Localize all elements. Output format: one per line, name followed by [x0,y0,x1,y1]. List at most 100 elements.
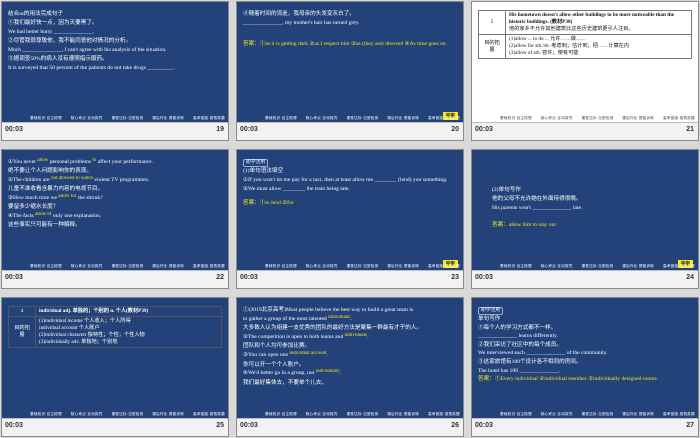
text-line: ②We must allow ________ the train being … [243,186,350,192]
footer-link[interactable]: 课后作业·提能训练 [387,264,419,268]
slide-time: 00:03 [475,422,493,429]
footer-link[interactable]: 课堂达标·当堂检测 [582,116,614,120]
footer-link[interactable]: 基础知识·自主梳理 [500,412,532,416]
slide-status-bar: 基础知识·自主梳理 核心考点·互动探究 课堂达标·当堂检测 课后作业·提能训练 高考链接… [2,264,228,288]
list-item: (2)individual character 独特性；个性；个性人物 [39,332,145,338]
footer-links: 基础知识·自主梳理 核心考点·互动探究 课堂达标·当堂检测 课后作业·提能训练 高考链接… [30,116,228,121]
slide-26[interactable]: ①(2019北京高考)Most people believe the best … [236,297,464,437]
footer-link[interactable]: 高考链接·感悟真题 [663,412,695,416]
footer-link[interactable]: 高考链接·感悟真题 [663,264,695,268]
footer-link[interactable]: 课后作业·提能训练 [152,116,184,120]
text-line: ③How much time we allow for the shrink? [8,194,103,201]
answer-text: 答案：①Every individual ②individual member … [478,376,657,383]
footer-link[interactable]: 课后作业·提能训练 [387,412,419,416]
footer-link[interactable]: 核心考点·互动探究 [306,412,338,416]
slide-number: 19 [216,126,224,133]
footer-link[interactable]: 课堂达标·当堂检测 [112,264,144,268]
text-line: 团队和个人均可参加比赛。 [243,343,311,350]
slide-number: 27 [686,422,694,429]
slide-21[interactable]: 5 His hometown doesn't allow other build… [471,1,699,141]
footer-link[interactable]: 基础知识·自主梳理 [265,264,297,268]
footer-link[interactable]: 高考链接·感悟真题 [428,264,460,268]
text-line: ②尽管我很尊敬他，我不能同意他对情况的分析。 [8,38,132,44]
footer-link[interactable]: 高考链接·感悟真题 [428,116,460,120]
text-line: ④The facts allow of only one explanation… [8,212,102,219]
footer-links: 基础知识·自主梳理 核心考点·互动探究 课堂达标·当堂检测 课后作业·提能训练 高考链接… [500,116,698,121]
slide-status-bar: 基础知识·自主梳理 核心考点·互动探究 课堂达标·当堂检测 课后作业·提能训练 高考链接… [237,264,463,288]
footer-link[interactable]: 课堂达标·当堂检测 [112,412,144,416]
slide-19[interactable]: 结合as的用法完成句子 ①我们最好快一点，因为天要黑了。 We had bett… [1,1,229,141]
slide-time: 00:03 [475,126,493,133]
footer-link[interactable]: 基础知识·自主梳理 [265,116,297,120]
footer-link[interactable]: 课后作业·提能训练 [152,264,184,268]
expansion-list: (1)allow ... to do ... 允许……做…… (2)allow … [505,34,692,59]
slide-24[interactable]: (2)单句写作 他的父母不允许她在外面待得很晚。 His parents won… [471,149,699,289]
hint-word: individually [315,369,340,375]
footer-link[interactable]: 核心考点·互动探究 [306,116,338,120]
section-pill: 即学活用 [478,307,504,315]
footer-link[interactable]: 高考链接·感悟真题 [193,264,225,268]
text-line: It is surveyed that 50 percent of the pa… [8,65,174,71]
slide-status-bar: 基础知识·自主梳理 核心考点·互动探究 课堂达标·当堂检测 课后作业·提能训练 高考链接… [2,412,228,436]
footer-link[interactable]: 基础知识·自主梳理 [30,116,62,120]
row-number: 5 [478,10,506,35]
slide-time: 00:03 [5,126,23,133]
footer-link[interactable]: 核心考点·互动探究 [71,116,103,120]
text-line: 儿童不准收看含暴力内容的电视节目。 [8,186,104,192]
list-item: (3)allow of sth. 容许；使有可能 [509,50,579,56]
footer-link[interactable]: 课堂达标·当堂检测 [582,264,614,268]
vocab-entry: individual adj. 单独的；个别的 n. 个人(教材P39) [35,306,222,317]
footer-links: 基础知识·自主梳理 核心考点·互动探究 课堂达标·当堂检测 课后作业·提能训练 高考链接… [30,412,228,417]
slide-23[interactable]: 即学活用 (1)单句语法填空 ①If you won't let me pay … [236,149,464,289]
slide-time: 00:03 [240,422,258,429]
footer-link[interactable]: 课堂达标·当堂检测 [347,412,379,416]
footer-link[interactable]: 基础知识·自主梳理 [265,412,297,416]
text-line: (2)单句写作 [492,187,521,193]
slide-25[interactable]: 4 individual adj. 单独的；个别的 n. 个人(教材P39) 目… [1,297,229,437]
footer-link[interactable]: 课堂达标·当堂检测 [347,116,379,120]
slide-content: ①You never allow personal problems to af… [8,158,222,230]
list-item: (3)individually adv. 单独地；个别地 [39,339,118,345]
text-line: The hotel has 100 ______________. [478,367,560,374]
footer-link[interactable]: 课后作业·提能训练 [387,116,419,120]
footer-link[interactable]: 高考链接·感悟真题 [428,412,460,416]
slide-22[interactable]: ①You never allow personal problems to af… [1,149,229,289]
slide-content: (2)单句写作 他的父母不允许她在外面待得很晚。 His parents won… [492,186,692,230]
footer-link[interactable]: 高考链接·感悟真题 [193,412,225,416]
footer-link[interactable]: 基础知识·自主梳理 [30,264,62,268]
text-line: ③这家旅馆有100个设计各不相同的房间。 [478,358,582,365]
footer-link[interactable]: 核心考点·互动探究 [541,412,573,416]
text-line: ______________ learns differently. [478,333,558,340]
slide-number: 21 [686,126,694,133]
footer-link[interactable]: 核心考点·互动探究 [71,412,103,416]
footer-link[interactable]: 基础知识·自主梳理 [500,264,532,268]
footer-link[interactable]: 课后作业·提能训练 [622,264,654,268]
footer-link[interactable]: 基础知识·自主梳理 [30,412,62,416]
section-pill: 即学活用 [243,159,269,167]
footer-link[interactable]: 核心考点·互动探究 [71,264,103,268]
text-line: We had better hurry ______________. [8,29,95,35]
text-line: 我们最好集体去，不要单个儿去。 [243,379,327,386]
slide-time: 00:03 [475,274,493,281]
slide-content: 即学活用 (1)单句语法填空 ①If you won't let me pay … [243,158,457,208]
text-line: ①我们最好快一点，因为天要黑了。 [8,20,98,26]
slide-27[interactable]: 即学活用 单句写作 ①每个人的学习方式都不一样。 ______________ … [471,297,699,437]
footer-link[interactable]: 高考链接·感悟真题 [663,116,695,120]
slide-20[interactable]: ④随着时间的流逝，我母亲的头发变灰白了。 ______________, my … [236,1,464,141]
footer-link[interactable]: 高考链接·感悟真题 [193,116,225,120]
footer-link[interactable]: 课堂达标·当堂检测 [582,412,614,416]
footer-link[interactable]: 核心考点·互动探究 [306,264,338,268]
footer-link[interactable]: 课堂达标·当堂检测 [112,116,144,120]
answer-text: 答案：①as it is getting dark ②as I respect … [243,41,446,47]
slide-status-bar: 基础知识·自主梳理 核心考点·互动探究 课堂达标·当堂检测 课后作业·提能训练 高考链接… [2,116,228,140]
footer-link[interactable]: 核心考点·互动探究 [541,116,573,120]
footer-link[interactable]: 课后作业·提能训练 [622,412,654,416]
footer-link[interactable]: 课后作业·提能训练 [622,116,654,120]
text-line: ②The children are not allowed to watch v… [8,176,150,183]
footer-link[interactable]: 基础知识·自主梳理 [500,116,532,120]
vocab-entry: His hometown doesn't allow other buildin… [505,10,692,35]
text-line: ①You never allow personal problems to af… [8,158,154,165]
footer-link[interactable]: 课堂达标·当堂检测 [347,264,379,268]
footer-link[interactable]: 核心考点·互动探究 [541,264,573,268]
footer-link[interactable]: 课后作业·提能训练 [152,412,184,416]
